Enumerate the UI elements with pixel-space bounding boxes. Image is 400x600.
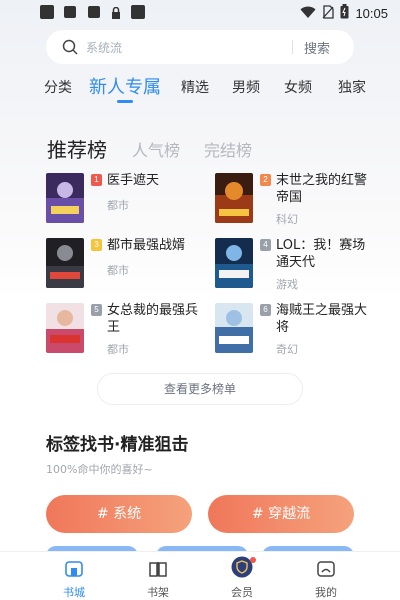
rank-badge: 5 xyxy=(91,304,102,316)
book-item[interactable]: 6 海贼王之最强大将 奇幻 xyxy=(215,303,375,359)
nav-label: 会员 xyxy=(231,586,253,599)
book-item[interactable]: 4 LOL：我！赛场通天代 游戏 xyxy=(215,238,375,294)
view-more-rankings-button[interactable]: 查看更多榜单 xyxy=(97,373,303,405)
nav-bookstore[interactable]: 书城 xyxy=(44,552,104,600)
tab-completed-ranking[interactable]: 完结榜 xyxy=(204,137,252,161)
bookstore-icon xyxy=(65,561,83,577)
clock-time: 10:05 xyxy=(355,6,388,21)
book-genre: 科幻 xyxy=(276,213,298,226)
status-bar: 10:05 xyxy=(0,0,400,26)
bottom-navigation: 书城 书架 会员 我的 xyxy=(0,551,400,600)
tab-featured[interactable]: 精选 xyxy=(181,77,209,97)
rank-badge: 1 xyxy=(91,174,102,186)
book-item[interactable]: 1 医手遮天 都市 xyxy=(46,173,206,229)
tab-female[interactable]: 女频 xyxy=(284,77,312,97)
book-cover[interactable] xyxy=(46,238,84,288)
nav-label: 我的 xyxy=(315,586,337,599)
book-title[interactable]: 女总裁的最强兵王 xyxy=(107,302,199,336)
tag-button-time-travel[interactable]: # 穿越流 xyxy=(208,495,354,533)
app-square-icon xyxy=(40,5,54,19)
app-square-icon xyxy=(64,6,76,18)
book-genre: 都市 xyxy=(107,264,129,277)
profile-icon xyxy=(317,561,335,577)
search-button[interactable]: 搜索 xyxy=(304,38,330,57)
book-title[interactable]: 医手遮天 xyxy=(107,172,199,189)
search-input[interactable]: 系统流 xyxy=(86,39,122,56)
nav-bookshelf[interactable]: 书架 xyxy=(128,552,188,600)
tab-recommended-ranking[interactable]: 推荐榜 xyxy=(47,134,107,163)
bookshelf-icon xyxy=(149,562,167,577)
nav-profile[interactable]: 我的 xyxy=(296,552,356,600)
book-title[interactable]: 末世之我的红警帝国 xyxy=(276,172,368,206)
nav-vip[interactable]: 会员 xyxy=(212,552,272,600)
search-bar[interactable]: 系统流 搜索 xyxy=(46,30,354,64)
app-square-icon xyxy=(88,6,100,18)
tag-button-system[interactable]: # 系统 xyxy=(46,495,192,533)
battery-icon xyxy=(340,4,349,23)
book-cover[interactable] xyxy=(215,173,253,223)
tab-category[interactable]: 分类 xyxy=(44,77,72,97)
book-title[interactable]: 都市最强战婿 xyxy=(107,237,199,254)
app-square-icon xyxy=(131,5,145,19)
tab-newcomer[interactable]: 新人专属 xyxy=(89,73,161,99)
rank-badge: 4 xyxy=(260,239,271,251)
book-title[interactable]: 海贼王之最强大将 xyxy=(276,302,368,336)
rank-badge: 2 xyxy=(260,174,271,186)
notification-dot xyxy=(250,557,256,563)
search-divider xyxy=(292,40,293,54)
book-item[interactable]: 5 女总裁的最强兵王 都市 xyxy=(46,303,206,359)
search-icon xyxy=(62,39,78,55)
book-cover[interactable] xyxy=(215,238,253,288)
rank-badge: 3 xyxy=(91,239,102,251)
nav-label: 书城 xyxy=(63,586,85,599)
wifi-icon xyxy=(300,4,316,23)
tab-popular-ranking[interactable]: 人气榜 xyxy=(132,137,180,161)
book-cover[interactable] xyxy=(46,173,84,223)
book-cover[interactable] xyxy=(215,303,253,353)
active-tab-indicator xyxy=(117,100,133,103)
tab-male[interactable]: 男频 xyxy=(232,77,260,97)
lock-icon xyxy=(111,5,121,24)
book-genre: 都市 xyxy=(107,343,129,356)
book-cover[interactable] xyxy=(46,303,84,353)
rank-badge: 6 xyxy=(260,304,271,316)
book-item[interactable]: 2 末世之我的红警帝国 科幻 xyxy=(215,173,375,229)
tag-section-subtitle: 100%命中你的喜好~ xyxy=(46,463,153,476)
book-genre: 游戏 xyxy=(276,278,298,291)
nav-label: 书架 xyxy=(147,586,169,599)
book-title[interactable]: LOL：我！赛场通天代 xyxy=(276,237,368,271)
no-sim-icon xyxy=(322,4,335,23)
book-genre: 都市 xyxy=(107,199,129,212)
book-genre: 奇幻 xyxy=(276,343,298,356)
tag-section-title: 标签找书·精准狙击 xyxy=(46,435,189,455)
tab-exclusive[interactable]: 独家 xyxy=(338,77,366,97)
book-item[interactable]: 3 都市最强战婿 都市 xyxy=(46,238,206,294)
